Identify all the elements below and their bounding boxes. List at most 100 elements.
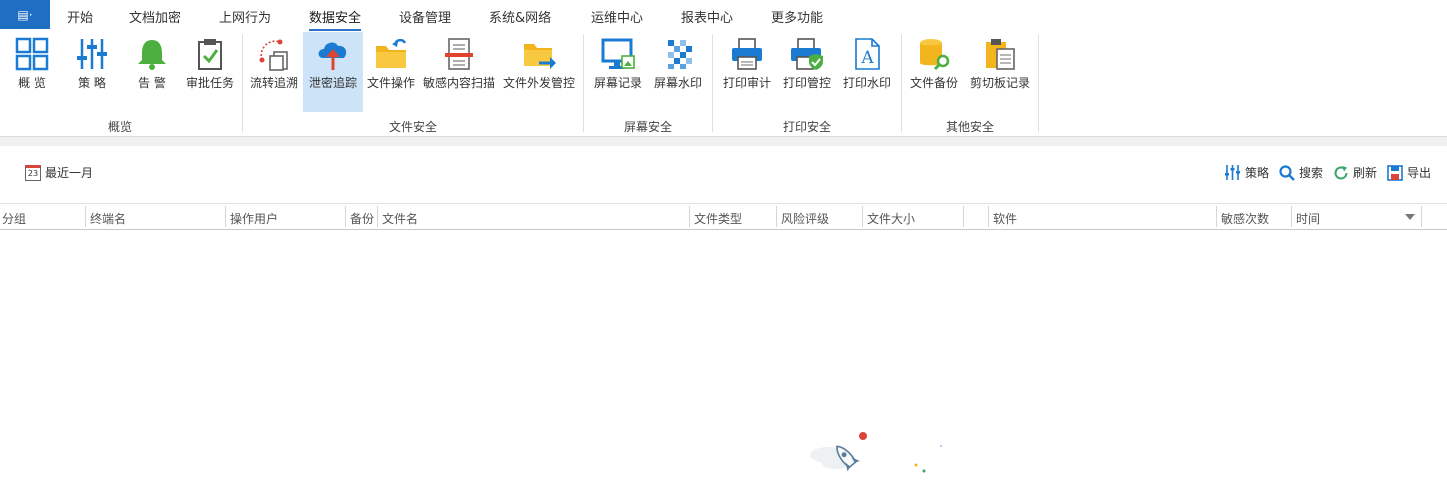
tab-data-security[interactable]: 数据安全: [309, 7, 362, 31]
ribbon-screen-watermark-button[interactable]: 屏幕水印: [652, 32, 704, 112]
ribbon-file-backup-label: 文件备份: [909, 76, 958, 90]
table-body: [0, 231, 1447, 484]
group-divider: [242, 34, 243, 132]
ribbon-overview-button[interactable]: 概 览: [8, 32, 56, 112]
export-button[interactable]: 导出: [1387, 164, 1431, 181]
ribbon-leak-trace-button[interactable]: 泄密追踪: [303, 32, 363, 112]
ribbon-file-operation-button[interactable]: 文件操作: [366, 32, 416, 112]
ribbon-outgoing-control-label: 文件外发管控: [502, 76, 575, 90]
cloud-upload-icon: [318, 42, 347, 70]
group-label-print-security: 打印安全: [783, 120, 832, 134]
printer-shield-icon: [791, 38, 823, 70]
ribbon-flow-trace-label: 流转追溯: [249, 76, 298, 90]
ribbon-bottom-band: [0, 137, 1447, 146]
group-divider: [712, 34, 713, 132]
export-save-icon: [1387, 164, 1403, 181]
tab-system-network[interactable]: 系统&网络: [489, 7, 551, 26]
group-label-other-security: 其他安全: [946, 120, 995, 134]
group-divider: [583, 34, 584, 132]
search-label: 搜索: [1299, 166, 1324, 180]
sort-desc-icon[interactable]: [1405, 213, 1415, 221]
column-divider[interactable]: [862, 206, 863, 227]
tab-device-management[interactable]: 设备管理: [399, 7, 451, 26]
ribbon-screen-watermark-label: 屏幕水印: [653, 76, 702, 90]
column-header-time[interactable]: 时间: [1296, 210, 1320, 227]
monitor-icon: [601, 38, 635, 69]
ribbon-policy-label: 策 略: [78, 76, 106, 90]
column-header-risk-level[interactable]: 风险评级: [781, 210, 829, 227]
tab-ops-center[interactable]: 运维中心: [591, 7, 643, 26]
column-header-file-size[interactable]: 文件大小: [867, 210, 915, 227]
ribbon-print-watermark-label: 打印水印: [842, 76, 891, 90]
ribbon-file-backup-button[interactable]: 文件备份: [907, 32, 961, 112]
sliders-icon: [77, 39, 107, 69]
export-label: 导出: [1407, 166, 1432, 180]
column-divider[interactable]: [345, 206, 346, 227]
column-header-terminal[interactable]: 终端名: [90, 210, 126, 227]
column-divider[interactable]: [377, 206, 378, 227]
printer-icon: [732, 38, 762, 70]
policy-button[interactable]: 策略: [1224, 164, 1269, 181]
policy-label: 策略: [1245, 166, 1270, 180]
ribbon-clipboard-record-button[interactable]: 剪切板记录: [967, 32, 1033, 112]
folder-send-icon: [524, 44, 556, 69]
folder-icon: [376, 38, 407, 68]
column-header-user[interactable]: 操作用户: [230, 210, 278, 227]
toolbar: 23 最近一月 策略 搜索 刷新 导出: [0, 158, 1447, 188]
svg-text:A: A: [860, 48, 874, 68]
column-header-backup[interactable]: 备份: [350, 210, 374, 227]
ribbon-print-audit-button[interactable]: 打印审计: [720, 32, 774, 112]
column-divider[interactable]: [963, 206, 964, 227]
ribbon-approval-button[interactable]: 审批任务: [184, 32, 236, 112]
refresh-button[interactable]: 刷新: [1333, 164, 1377, 181]
column-divider[interactable]: [1421, 206, 1422, 227]
group-label-screen-security: 屏幕安全: [624, 120, 673, 134]
rocket-loading-icon: [810, 432, 942, 473]
group-label-overview: 概览: [108, 120, 133, 134]
column-header-software[interactable]: 软件: [993, 210, 1017, 227]
column-header-group[interactable]: 分组: [2, 210, 26, 227]
watermark-mosaic-icon: [668, 40, 692, 69]
column-header-filename[interactable]: 文件名: [382, 210, 418, 227]
menu-bar: ▤· 开始 文档加密 上网行为 数据安全 设备管理 系统&网络 运维中心 报表中…: [0, 0, 1447, 31]
document-letter-icon: A: [855, 38, 880, 70]
ribbon-approval-label: 审批任务: [185, 76, 234, 90]
app-menu-button[interactable]: ▤·: [0, 0, 50, 29]
tab-doc-encryption[interactable]: 文档加密: [129, 7, 181, 26]
database-search-icon: [920, 39, 950, 71]
column-divider[interactable]: [1216, 206, 1217, 227]
ribbon-print-watermark-button[interactable]: A 打印水印: [840, 32, 894, 112]
refresh-label: 刷新: [1353, 166, 1378, 180]
tab-start[interactable]: 开始: [67, 7, 93, 26]
ribbon-print-control-label: 打印管控: [782, 76, 831, 90]
column-divider[interactable]: [689, 206, 690, 227]
ribbon-print-control-button[interactable]: 打印管控: [780, 32, 834, 112]
ribbon-outgoing-control-button[interactable]: 文件外发管控: [502, 32, 576, 112]
ribbon-screen-record-button[interactable]: 屏幕记录: [592, 32, 644, 112]
column-divider[interactable]: [225, 206, 226, 227]
column-divider[interactable]: [988, 206, 989, 227]
date-filter-button[interactable]: 23 最近一月: [25, 164, 93, 181]
tab-more-functions[interactable]: 更多功能: [771, 7, 823, 26]
ribbon-flow-trace-button[interactable]: 流转追溯: [248, 32, 300, 112]
column-header-sensitive-count[interactable]: 敏感次数: [1221, 210, 1269, 227]
column-divider[interactable]: [1291, 206, 1292, 227]
calendar-icon: 23: [25, 164, 41, 181]
ribbon-alert-button[interactable]: 告 警: [128, 32, 176, 112]
tab-web-behavior[interactable]: 上网行为: [219, 7, 271, 26]
refresh-icon: [1334, 165, 1348, 179]
group-label-file-security: 文件安全: [389, 120, 438, 134]
flow-trace-icon: [259, 39, 288, 71]
group-divider: [1038, 34, 1039, 132]
column-divider[interactable]: [85, 206, 86, 227]
date-filter-label: 最近一月: [45, 166, 94, 180]
bell-icon: [138, 40, 166, 70]
ribbon-clipboard-record-label: 剪切板记录: [969, 76, 1030, 90]
ribbon-sensitive-scan-button[interactable]: 敏感内容扫描: [422, 32, 496, 112]
search-button[interactable]: 搜索: [1279, 164, 1323, 181]
ribbon-policy-button[interactable]: 策 略: [68, 32, 116, 112]
column-header-file-type[interactable]: 文件类型: [694, 210, 742, 227]
tab-report-center[interactable]: 报表中心: [681, 7, 733, 26]
ribbon-overview-label: 概 览: [18, 76, 46, 90]
column-divider[interactable]: [776, 206, 777, 227]
